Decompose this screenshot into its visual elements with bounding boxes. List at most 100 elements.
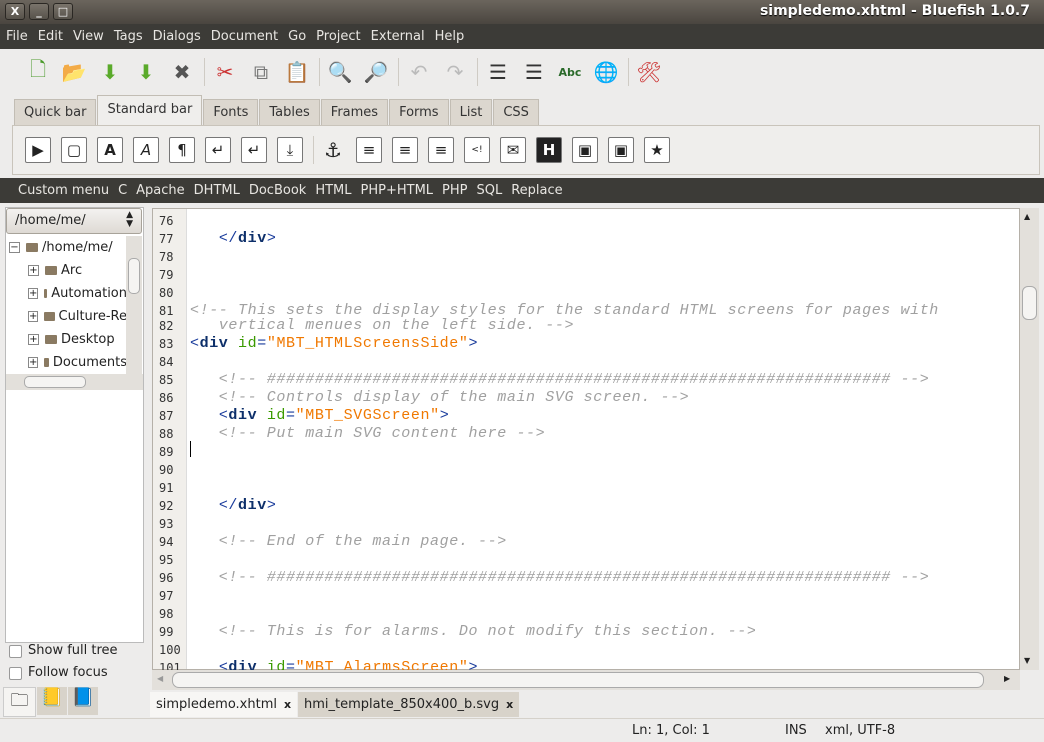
menu-file[interactable]: File	[6, 29, 28, 44]
menu-external[interactable]: External	[371, 29, 425, 44]
paragraph-button[interactable]: ¶	[169, 137, 195, 163]
copy-button[interactable]: ⧉	[247, 58, 275, 86]
search-replace-button[interactable]: 🔎	[362, 58, 390, 86]
directory-selector[interactable]: /home/me/ ▲ ▼	[6, 208, 142, 234]
multi-thumbnail-button[interactable]: ★	[644, 137, 670, 163]
expand-icon[interactable]: +	[28, 287, 39, 299]
scrollbar-thumb[interactable]	[128, 258, 140, 294]
bold-button[interactable]: A	[97, 137, 123, 163]
minimize-button[interactable]: _	[29, 3, 49, 20]
menu-dialogs[interactable]: Dialogs	[153, 29, 201, 44]
custom-menu-php[interactable]: PHP	[442, 183, 467, 198]
menu-view[interactable]: View	[73, 29, 104, 44]
expand-icon[interactable]: +	[28, 333, 39, 345]
custom-menu-c[interactable]: C	[118, 183, 127, 198]
align-left-button[interactable]: ≡	[356, 137, 382, 163]
thumbnail-button[interactable]: ▣	[608, 137, 634, 163]
image-button[interactable]: ▣	[572, 137, 598, 163]
anchor-button[interactable]: ⚓	[320, 137, 346, 163]
scrollbar-thumb[interactable]	[1022, 286, 1037, 320]
cut-button[interactable]: ✂	[211, 58, 239, 86]
save-as-button[interactable]: ⬇	[132, 58, 160, 86]
filebrowser-tab-icon[interactable]: 🗀	[3, 687, 36, 717]
italic-button[interactable]: A	[133, 137, 159, 163]
break-button[interactable]: ↵	[205, 137, 231, 163]
follow-focus-checkbox[interactable]	[9, 667, 22, 680]
new-file-button[interactable]: 🗋	[24, 57, 52, 86]
expand-icon[interactable]: +	[28, 264, 39, 276]
menu-edit[interactable]: Edit	[38, 29, 63, 44]
nbsp-button[interactable]: ⤓	[277, 137, 303, 163]
bookmarks-tab-icon[interactable]: 📒	[37, 687, 67, 715]
break-clear-button[interactable]: ↵	[241, 137, 267, 163]
save-button[interactable]: ⬇	[96, 58, 124, 86]
menu-document[interactable]: Document	[211, 29, 278, 44]
tree-item[interactable]: + Desktop	[28, 328, 127, 350]
scroll-up-icon[interactable]: ▲	[1024, 212, 1030, 221]
menu-help[interactable]: Help	[435, 29, 465, 44]
tree-item[interactable]: + Culture-Re	[28, 305, 127, 327]
search-button[interactable]: 🔍	[326, 58, 354, 86]
document-tab[interactable]: simpledemo.xhtml x	[150, 692, 298, 717]
close-window-button[interactable]: X	[5, 3, 25, 20]
menu-go[interactable]: Go	[288, 29, 306, 44]
comment-button[interactable]: <!	[464, 137, 490, 163]
close-button[interactable]: ✖	[168, 58, 196, 86]
tab-css[interactable]: CSS	[493, 99, 539, 125]
paste-button[interactable]: 📋	[283, 58, 311, 86]
expand-icon[interactable]: +	[28, 310, 39, 322]
preferences-button[interactable]: 🛠	[635, 58, 663, 86]
menu-project[interactable]: Project	[316, 29, 360, 44]
show-full-tree-checkbox[interactable]	[9, 645, 22, 658]
menu-tags[interactable]: Tags	[114, 29, 143, 44]
editor-horizontal-scrollbar[interactable]: ◀ ▶	[152, 670, 1020, 690]
tab-tables[interactable]: Tables	[259, 99, 320, 125]
redo-button[interactable]: ↷	[441, 58, 469, 86]
tab-frames[interactable]: Frames	[320, 99, 389, 125]
document-tab[interactable]: hmi_template_850x400_b.svg x	[298, 692, 520, 717]
scroll-left-icon[interactable]: ◀	[157, 674, 163, 683]
tree-horizontal-scrollbar[interactable]	[6, 374, 143, 390]
tab-list[interactable]: List	[449, 99, 493, 125]
unindent-button[interactable]: ☰	[484, 58, 512, 86]
tree-item[interactable]: + Automation	[28, 282, 127, 304]
reference-tab-icon[interactable]: 📘	[68, 687, 98, 715]
align-right-button[interactable]: ≡	[428, 137, 454, 163]
spellcheck-button[interactable]: Abc	[556, 58, 584, 86]
open-file-button[interactable]: 📂	[60, 58, 88, 86]
preview-browser-button[interactable]: 🌐	[592, 58, 620, 86]
custom-menu-apache[interactable]: Apache	[136, 183, 185, 198]
email-button[interactable]: ✉	[500, 137, 526, 163]
tree-item[interactable]: + Arc	[28, 259, 127, 281]
tree-root[interactable]: − /home/me/	[9, 236, 131, 258]
custom-menu-custom-menu[interactable]: Custom menu	[18, 183, 109, 198]
custom-menu-php-html[interactable]: PHP+HTML	[361, 183, 434, 198]
maximize-button[interactable]: □	[53, 3, 73, 20]
center-button[interactable]: ≡	[392, 137, 418, 163]
tab-quick-bar[interactable]: Quick bar	[14, 99, 97, 125]
tab-standard-bar[interactable]: Standard bar	[97, 95, 203, 125]
expand-icon[interactable]: +	[28, 356, 39, 368]
editor-vertical-scrollbar[interactable]: ▲ ▼	[1020, 208, 1039, 670]
custom-menu-docbook[interactable]: DocBook	[249, 183, 306, 198]
indent-button[interactable]: ☰	[520, 58, 548, 86]
undo-button[interactable]: ↶	[405, 58, 433, 86]
custom-menu-replace[interactable]: Replace	[511, 183, 562, 198]
quickstart-button[interactable]: ▶	[25, 137, 51, 163]
tree-vertical-scrollbar[interactable]	[126, 236, 142, 374]
scroll-right-icon[interactable]: ▶	[1004, 674, 1010, 683]
scroll-down-icon[interactable]: ▼	[1024, 656, 1030, 665]
custom-menu-dhtml[interactable]: DHTML	[194, 183, 240, 198]
custom-menu-html[interactable]: HTML	[315, 183, 351, 198]
collapse-icon[interactable]: −	[9, 241, 20, 253]
tab-fonts[interactable]: Fonts	[203, 99, 259, 125]
close-tab-icon[interactable]: x	[284, 698, 291, 711]
scrollbar-thumb[interactable]	[24, 376, 86, 388]
close-tab-icon[interactable]: x	[506, 698, 513, 711]
tab-forms[interactable]: Forms	[389, 99, 449, 125]
code-editor[interactable]: 76 77 78 79 80 81 82 83 84 85 86 87 88 89 90 91 92 93 94 95…	[152, 208, 1020, 676]
tree-item[interactable]: + Documents	[28, 351, 127, 373]
heading-button[interactable]: H	[536, 137, 562, 163]
custom-menu-sql[interactable]: SQL	[477, 183, 503, 198]
scrollbar-thumb[interactable]	[172, 672, 984, 688]
